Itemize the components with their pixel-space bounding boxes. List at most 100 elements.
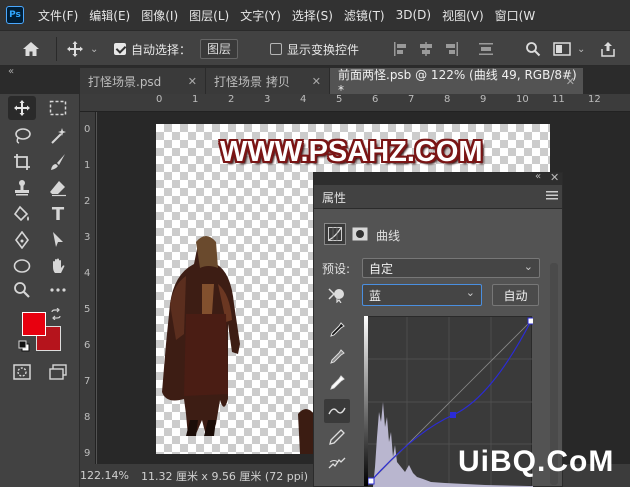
stamp-tool-icon[interactable] — [8, 176, 36, 200]
panel-title[interactable]: 属性 — [322, 189, 346, 206]
photoshop-logo: Ps — [6, 6, 24, 24]
menu-window[interactable]: 窗口(W — [495, 7, 536, 24]
ruler-tick-label: 6 — [84, 340, 91, 351]
auto-button[interactable]: 自动 — [492, 284, 539, 306]
chevron-down-icon[interactable]: ⌄ — [90, 31, 98, 67]
screen-mode-icon[interactable] — [44, 360, 72, 384]
channel-dropdown[interactable]: 蓝 ⌄ — [362, 284, 482, 306]
white-point-eyedropper-icon[interactable] — [324, 371, 350, 395]
ruler-tick-label: 5 — [84, 304, 91, 315]
share-icon[interactable] — [600, 31, 616, 67]
eraser-tool-icon[interactable] — [44, 176, 72, 200]
move-tool-icon[interactable] — [66, 31, 84, 67]
menu-3d[interactable]: 3D(D) — [396, 8, 431, 22]
ruler-tick-label: 4 — [300, 94, 307, 105]
quick-mask-icon[interactable] — [8, 360, 36, 384]
black-point-eyedropper-icon[interactable] — [324, 318, 350, 342]
divider — [56, 37, 57, 61]
output-gradient-bar — [364, 316, 368, 486]
tab-scene[interactable]: 打怪场景.psd ✕ — [80, 68, 206, 94]
menu-edit[interactable]: 编辑(E) — [89, 7, 130, 24]
collapse-toolbar-icon[interactable]: « — [8, 66, 14, 77]
tab-label: 打怪场景 拷贝 — [214, 74, 290, 89]
ruler-tick-label: 1 — [84, 160, 91, 171]
menu-layer[interactable]: 图层(L) — [189, 7, 229, 24]
hand-tool-icon[interactable] — [44, 254, 72, 278]
site-brand-watermark: UiBQ.CoM — [458, 445, 615, 478]
gray-point-eyedropper-icon[interactable] — [324, 345, 350, 369]
tab-active-document[interactable]: 前面两怪.psb @ 122% (曲线 49, RGB/8#) * ✕ — [330, 68, 584, 97]
menu-image[interactable]: 图像(I) — [141, 7, 178, 24]
smooth-curve-icon[interactable] — [324, 451, 350, 475]
brush-tool-icon[interactable] — [44, 150, 72, 174]
workspace-icon[interactable] — [553, 31, 571, 67]
preset-label: 预设: — [322, 262, 351, 276]
align-left-icon[interactable] — [393, 31, 409, 67]
preset-value: 自定 — [369, 261, 394, 276]
align-right-icon[interactable] — [443, 31, 459, 67]
curves-adjustment-icon[interactable] — [324, 223, 346, 245]
distribute-icon[interactable] — [478, 31, 494, 67]
path-selection-icon[interactable] — [44, 228, 72, 252]
monster-figure — [162, 236, 240, 436]
ruler-tick-label: 0 — [84, 124, 91, 135]
panel-titlebar[interactable]: « ✕ — [314, 171, 562, 185]
ruler-tick-label: 8 — [84, 412, 91, 423]
search-icon[interactable] — [525, 31, 541, 67]
lasso-tool-icon[interactable] — [8, 124, 36, 148]
chevron-down-icon[interactable]: ⌄ — [577, 31, 585, 67]
ruler-tick-label: 9 — [480, 94, 487, 105]
paint-bucket-icon[interactable] — [8, 202, 36, 226]
curve-points-tool-icon[interactable] — [324, 399, 350, 423]
tab-label: 打怪场景.psd — [88, 74, 162, 89]
panel-menu-icon[interactable] — [546, 189, 558, 203]
zoom-tool-icon[interactable] — [8, 278, 36, 302]
pen-tool-icon[interactable] — [8, 228, 36, 252]
menu-select[interactable]: 选择(S) — [292, 7, 333, 24]
auto-select-dropdown[interactable]: 图层 — [200, 31, 239, 67]
ruler-tick-label: 9 — [84, 448, 91, 459]
pencil-draw-icon[interactable] — [324, 425, 350, 449]
zoom-level[interactable]: 122.14% — [80, 469, 129, 482]
close-icon[interactable]: ✕ — [550, 171, 559, 184]
magic-wand-icon[interactable] — [44, 124, 72, 148]
marquee-tool-icon[interactable] — [44, 96, 72, 120]
auto-select-checkbox[interactable] — [114, 31, 126, 67]
swap-colors-icon[interactable] — [50, 307, 62, 323]
home-icon[interactable] — [22, 31, 40, 67]
ruler-tick-label: 0 — [156, 94, 163, 105]
layer-mask-icon[interactable] — [352, 227, 368, 244]
ruler-tick-label: 7 — [84, 376, 91, 387]
crop-tool-icon[interactable] — [8, 150, 36, 174]
move-tool-icon[interactable] — [8, 96, 36, 120]
collapse-panel-icon[interactable]: « — [535, 171, 541, 182]
close-icon[interactable]: ✕ — [566, 75, 575, 88]
menu-bar: Ps 文件(F) 编辑(E) 图像(I) 图层(L) 文字(Y) 选择(S) 滤… — [0, 0, 630, 30]
menu-view[interactable]: 视图(V) — [442, 7, 484, 24]
menu-type[interactable]: 文字(Y) — [240, 7, 281, 24]
document-size: 11.32 厘米 x 9.56 厘米 (72 ppi) — [140, 469, 309, 483]
show-transform-checkbox[interactable] — [270, 31, 282, 67]
panel-header: 属性 — [314, 185, 562, 209]
channel-value: 蓝 — [369, 288, 382, 303]
type-tool-icon[interactable]: T — [44, 202, 72, 226]
adjustment-name: 曲线 — [376, 229, 401, 243]
properties-panel: « ✕ 属性 曲线 预设: 自定 ⌄ 蓝 ⌄ 自动 — [313, 171, 563, 487]
menu-filter[interactable]: 滤镜(T) — [344, 7, 385, 24]
ellipse-tool-icon[interactable] — [8, 254, 36, 278]
align-center-icon[interactable] — [418, 31, 434, 67]
close-icon[interactable]: ✕ — [312, 75, 321, 88]
more-tools-icon[interactable] — [44, 278, 72, 302]
default-colors-icon[interactable] — [18, 340, 30, 355]
menu-file[interactable]: 文件(F) — [38, 7, 78, 24]
target-adjustment-icon[interactable] — [325, 287, 347, 306]
tab-scene-copy[interactable]: 打怪场景 拷贝 ✕ — [206, 68, 330, 94]
ruler-tick-label: 2 — [84, 196, 91, 207]
preset-dropdown[interactable]: 自定 ⌄ — [362, 258, 540, 278]
canvas-watermark-text: WWW.PSAHZ.COM — [220, 136, 483, 168]
options-bar: ⌄ 自动选择： 图层 显示变换控件 ⌄ — [0, 30, 630, 66]
foreground-color-swatch[interactable] — [22, 312, 46, 336]
close-icon[interactable]: ✕ — [188, 75, 197, 88]
ruler-tick-label: 10 — [516, 94, 529, 105]
ruler-tick-label: 12 — [588, 94, 601, 105]
